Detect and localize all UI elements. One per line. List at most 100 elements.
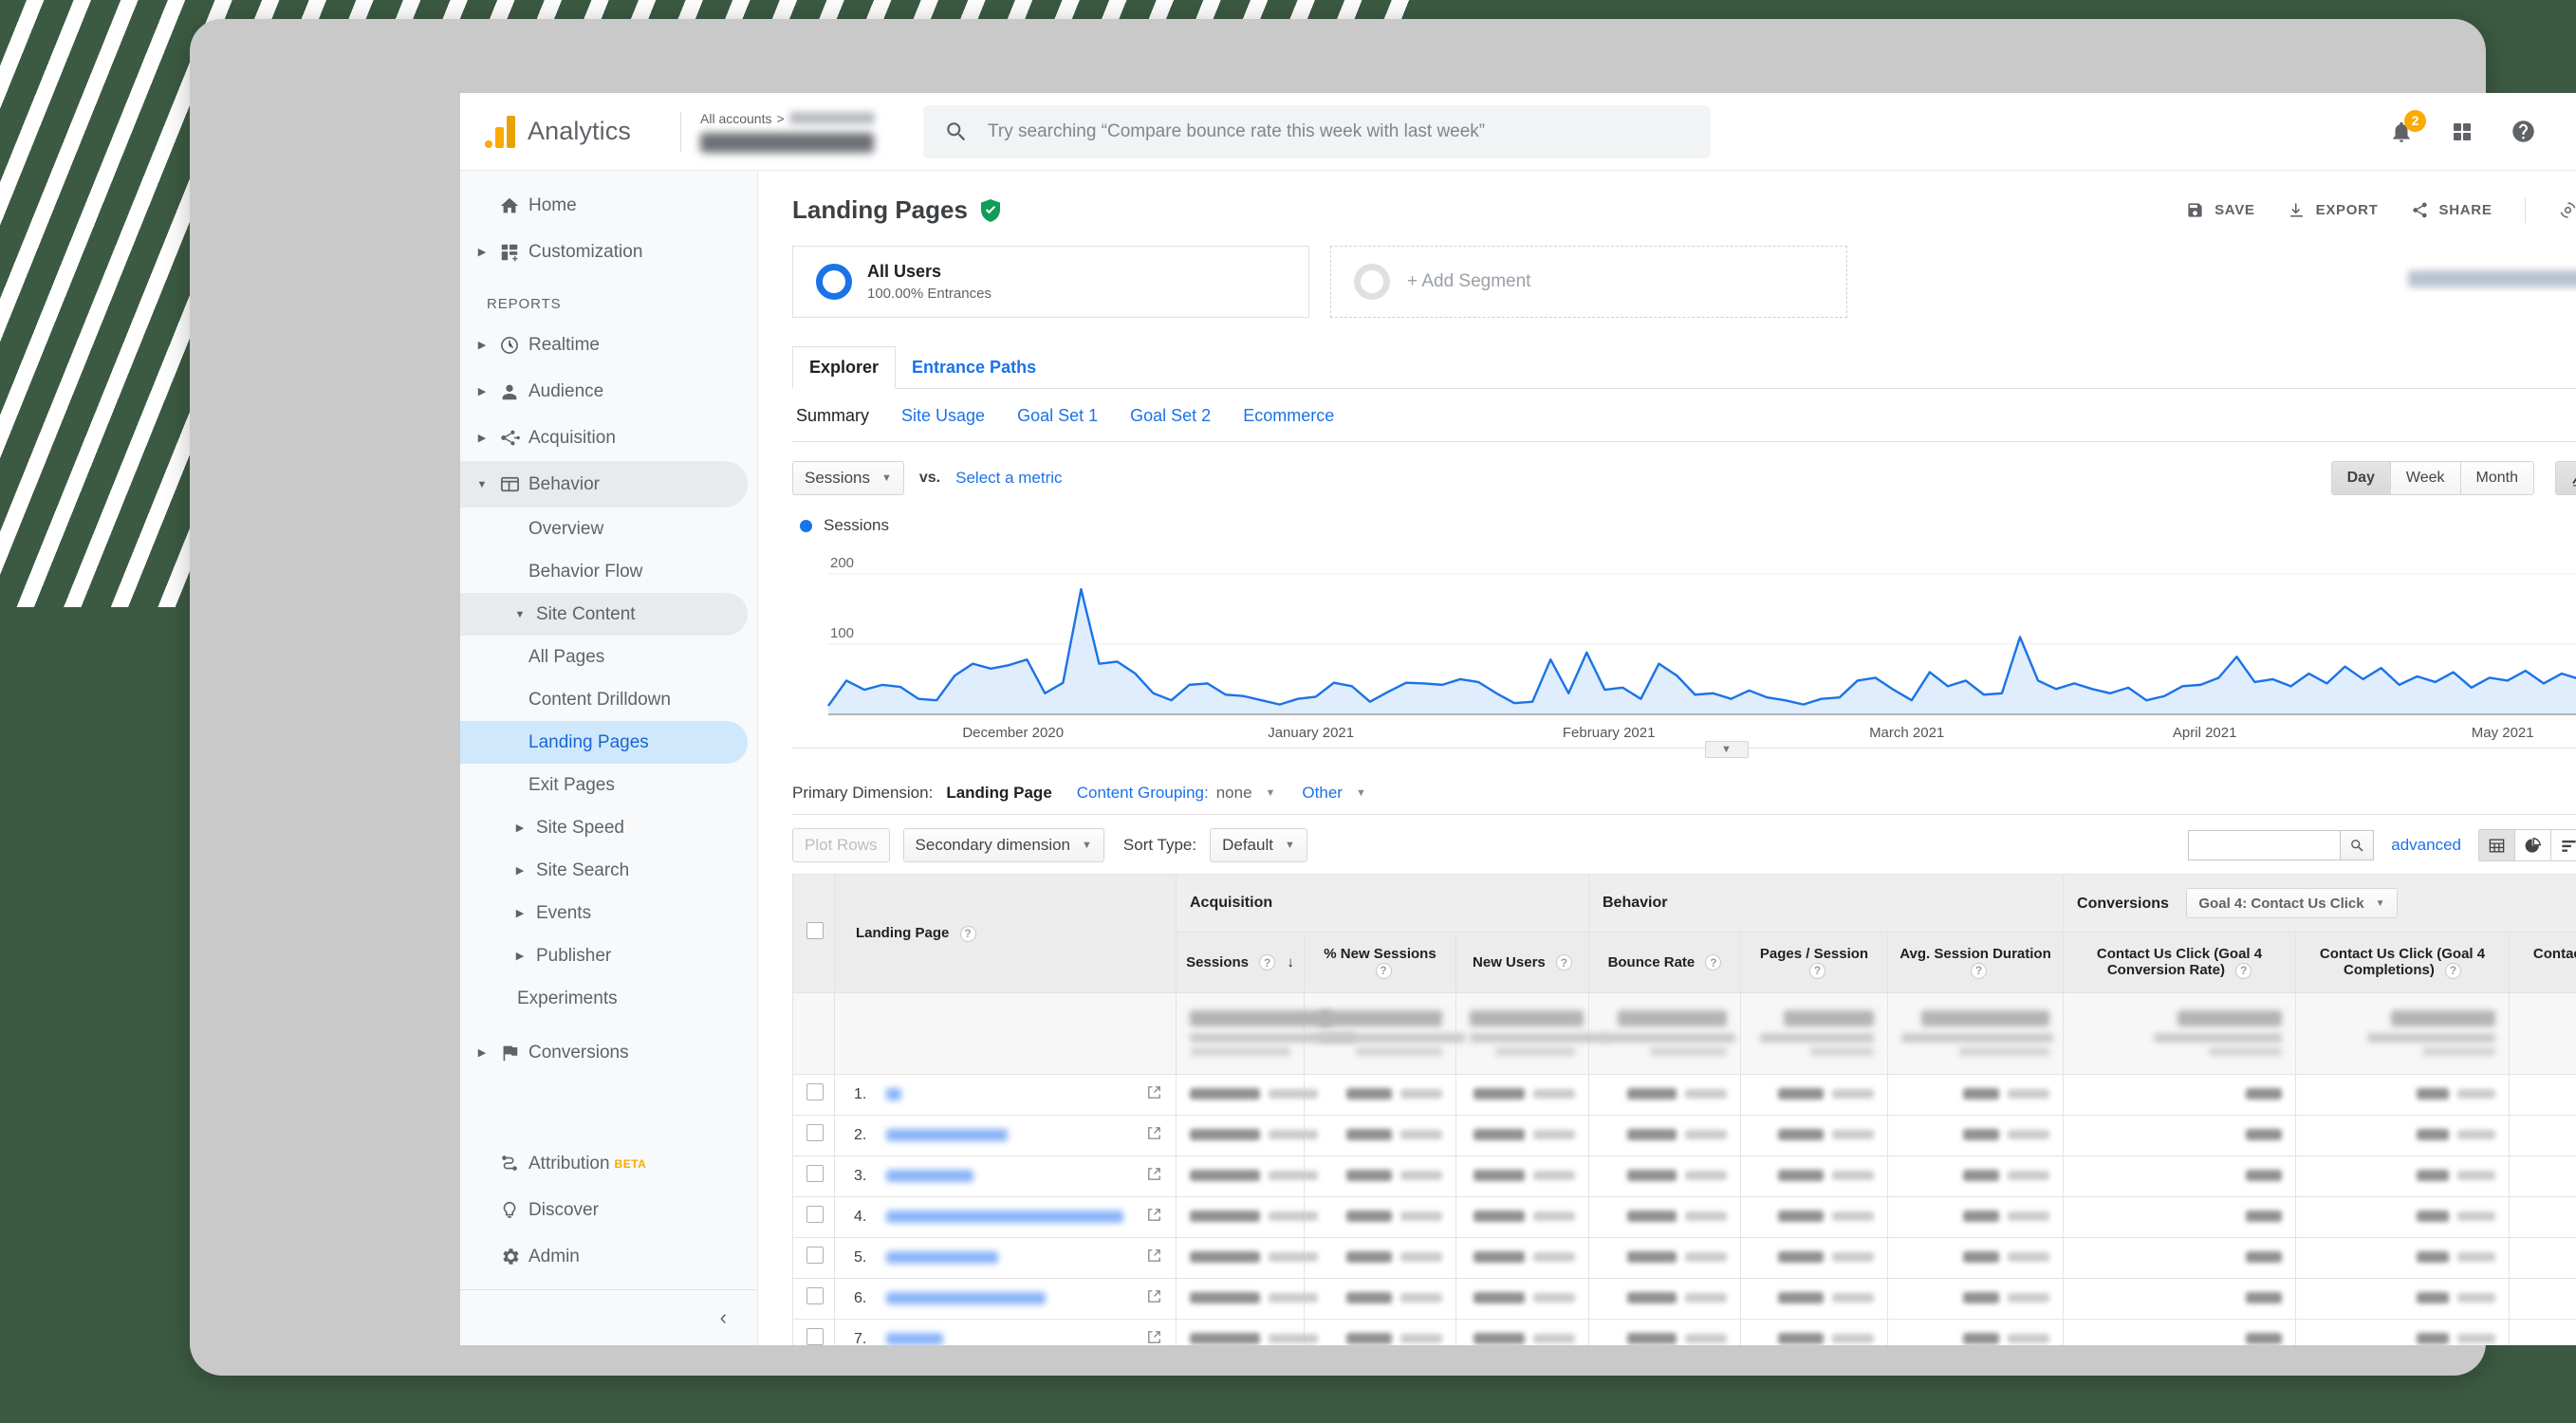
other-dimension-link[interactable]: Other xyxy=(1302,784,1343,803)
table-view-icon[interactable] xyxy=(2479,830,2515,860)
help-icon[interactable]: ? xyxy=(1375,962,1392,979)
subtab-goal-set-1[interactable]: Goal Set 1 xyxy=(1017,406,1098,426)
table-row[interactable]: 7. xyxy=(792,1318,2576,1345)
table-row[interactable]: 2. xyxy=(792,1114,2576,1156)
sidebar-collapse-button[interactable]: ‹ xyxy=(460,1290,757,1345)
row-checkbox[interactable] xyxy=(806,1083,824,1101)
insights-button[interactable]: INSIGHTS xyxy=(2558,200,2576,220)
open-in-new-icon[interactable] xyxy=(1146,1247,1162,1268)
pie-view-icon[interactable] xyxy=(2515,830,2551,860)
open-in-new-icon[interactable] xyxy=(1146,1288,1162,1309)
table-row[interactable]: 1. xyxy=(792,1073,2576,1116)
column-header-landing-page[interactable]: Landing Page ? xyxy=(834,874,1177,993)
save-button[interactable]: SAVE xyxy=(2186,201,2255,219)
account-selector[interactable]: All accounts > xyxy=(700,111,895,153)
table-row[interactable]: 3. xyxy=(792,1155,2576,1197)
column-header-sessions[interactable]: Sessions ? ↓ xyxy=(1176,932,1305,993)
row-checkbox[interactable] xyxy=(806,1247,824,1265)
sort-type-select[interactable]: Default ▼ xyxy=(1210,828,1307,862)
sidebar-item-customization[interactable]: ▶ Customization xyxy=(460,229,748,275)
sidebar-item-overview[interactable]: Overview xyxy=(460,508,748,550)
breadcrumb-all-accounts[interactable]: All accounts xyxy=(700,111,771,126)
landing-page-link-redacted[interactable] xyxy=(886,1292,1046,1305)
help-icon[interactable]: ? xyxy=(1555,954,1572,971)
open-in-new-icon[interactable] xyxy=(1146,1329,1162,1345)
granularity-week[interactable]: Week xyxy=(2390,462,2461,494)
landing-page-link-redacted[interactable] xyxy=(886,1251,998,1265)
column-header-pct-new-sessions[interactable]: % New Sessions ? xyxy=(1304,932,1456,993)
sidebar-item-landing-pages[interactable]: Landing Pages xyxy=(460,721,748,764)
chart-plot[interactable]: 100 200 December 2020 January 2021 February … xyxy=(792,543,2576,747)
open-in-new-icon[interactable] xyxy=(1146,1207,1162,1228)
segment-all-users[interactable]: All Users 100.00% Entrances xyxy=(792,246,1309,318)
bell-icon[interactable]: 2 xyxy=(2387,109,2426,146)
line-chart-icon[interactable] xyxy=(2556,462,2576,494)
column-header-pages-per-session[interactable]: Pages / Session ? xyxy=(1740,932,1888,993)
row-checkbox[interactable] xyxy=(806,1287,824,1305)
column-header-new-users[interactable]: New Users ? xyxy=(1455,932,1589,993)
open-in-new-icon[interactable] xyxy=(1146,1084,1162,1105)
secondary-dimension-button[interactable]: Secondary dimension ▼ xyxy=(902,828,1104,862)
goal-selector[interactable]: Goal 4: Contact Us Click ▼ xyxy=(2186,888,2398,918)
help-icon[interactable]: ? xyxy=(2235,962,2252,979)
landing-page-link-redacted[interactable] xyxy=(886,1129,1008,1142)
content-grouping-value[interactable]: none xyxy=(1216,784,1252,803)
table-search-button[interactable] xyxy=(2340,830,2375,860)
table-row[interactable]: 6. xyxy=(792,1277,2576,1320)
help-icon[interactable]: ? xyxy=(2445,962,2462,979)
sidebar-item-site-search[interactable]: ▶ Site Search xyxy=(460,849,748,892)
sidebar-item-acquisition[interactable]: ▶ Acquisition xyxy=(460,415,748,461)
share-button[interactable]: SHARE xyxy=(2411,201,2493,219)
sidebar-item-admin[interactable]: Admin xyxy=(460,1233,748,1280)
column-header-goal4-completions[interactable]: Contact Us Click (Goal 4 Completions) ? xyxy=(2295,932,2511,993)
sidebar-item-conversions[interactable]: ▶ Conversions xyxy=(460,1029,748,1076)
apps-grid-icon[interactable] xyxy=(2448,118,2476,146)
tab-entrance-paths[interactable]: Entrance Paths xyxy=(896,347,1052,388)
export-button[interactable]: EXPORT xyxy=(2288,201,2379,219)
column-header-goal4-value[interactable]: Contact Us Click (Goal 4 Value) ? xyxy=(2509,932,2576,993)
table-row[interactable]: 5. xyxy=(792,1236,2576,1279)
plot-rows-button[interactable]: Plot Rows xyxy=(792,828,890,862)
sidebar-item-all-pages[interactable]: All Pages xyxy=(460,636,748,678)
landing-page-link-redacted[interactable] xyxy=(886,1088,901,1101)
sidebar-item-behavior[interactable]: ▼ Behavior xyxy=(460,461,748,508)
help-icon[interactable]: ? xyxy=(1971,962,1987,979)
search-input[interactable]: Try searching “Compare bounce rate this … xyxy=(923,104,1711,158)
select-a-metric-link[interactable]: Select a metric xyxy=(955,469,1062,488)
chart-zoom-handle[interactable]: ▼ xyxy=(1704,741,1749,758)
sidebar-item-site-speed[interactable]: ▶ Site Speed xyxy=(460,806,748,849)
subtab-goal-set-2[interactable]: Goal Set 2 xyxy=(1130,406,1211,426)
row-checkbox[interactable] xyxy=(806,1206,824,1224)
select-all-checkbox[interactable] xyxy=(806,922,824,940)
landing-page-link-redacted[interactable] xyxy=(886,1210,1123,1224)
sidebar-item-audience[interactable]: ▶ Audience xyxy=(460,368,748,415)
more-vert-icon[interactable] xyxy=(2569,118,2576,146)
help-icon[interactable]: ? xyxy=(1259,954,1276,971)
sidebar-item-events[interactable]: ▶ Events xyxy=(460,892,748,934)
help-icon[interactable]: ? xyxy=(959,925,976,942)
row-checkbox[interactable] xyxy=(806,1165,824,1183)
analytics-logo[interactable]: Analytics xyxy=(460,115,680,148)
granularity-month[interactable]: Month xyxy=(2460,462,2533,494)
table-search-input[interactable] xyxy=(2188,830,2341,860)
date-range-picker[interactable]: ▼ xyxy=(2408,246,2576,287)
bar-view-icon[interactable] xyxy=(2551,830,2576,860)
subtab-ecommerce[interactable]: Ecommerce xyxy=(1243,406,1334,426)
sidebar-item-realtime[interactable]: ▶ Realtime xyxy=(460,322,748,368)
row-checkbox[interactable] xyxy=(806,1124,824,1142)
metric-selector[interactable]: Sessions ▼ xyxy=(792,461,904,495)
landing-page-link-redacted[interactable] xyxy=(886,1333,943,1345)
column-header-bounce-rate[interactable]: Bounce Rate ? xyxy=(1588,932,1741,993)
landing-page-link-redacted[interactable] xyxy=(886,1170,973,1183)
sidebar-item-discover[interactable]: Discover xyxy=(460,1187,748,1233)
sidebar-item-experiments[interactable]: Experiments xyxy=(460,977,748,1020)
sidebar-item-home[interactable]: Home xyxy=(460,182,748,229)
tab-explorer[interactable]: Explorer xyxy=(792,346,897,389)
open-in-new-icon[interactable] xyxy=(1146,1166,1162,1187)
sidebar-item-behavior-flow[interactable]: Behavior Flow xyxy=(460,550,748,593)
sidebar-item-site-content[interactable]: ▼ Site Content xyxy=(460,593,748,636)
subtab-summary[interactable]: Summary xyxy=(796,406,869,426)
add-segment-button[interactable]: + Add Segment xyxy=(1330,246,1847,318)
sidebar-item-attribution[interactable]: Attribution BETA xyxy=(460,1140,748,1187)
help-icon[interactable]: ? xyxy=(1705,954,1722,971)
